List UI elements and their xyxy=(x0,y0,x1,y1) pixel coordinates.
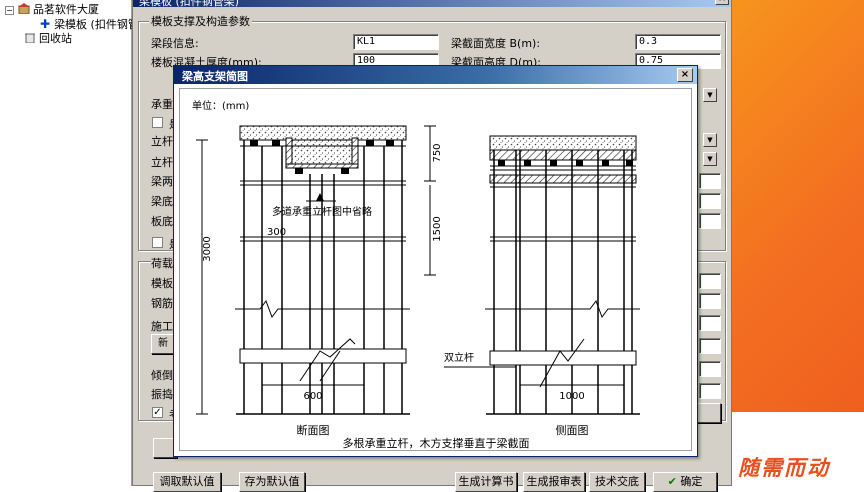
loads-group-title: 荷载 xyxy=(151,255,173,271)
side-field-3[interactable] xyxy=(699,213,721,229)
dropdown-1[interactable]: ▼ xyxy=(703,88,717,102)
params-group-title: 模板支撑及构造参数 xyxy=(149,13,252,29)
check-icon: ✔ xyxy=(667,475,677,488)
popup-close-button[interactable]: × xyxy=(677,68,693,82)
side-label: 侧面图 xyxy=(556,424,589,437)
load-field-1[interactable] xyxy=(699,273,721,289)
read-default-button[interactable]: 调取默认值 xyxy=(153,472,221,492)
checkbox-2[interactable] xyxy=(152,237,163,248)
gen-report-button[interactable]: 生成报审表 xyxy=(523,472,585,492)
ok-button[interactable]: ✔ 确定 xyxy=(653,472,717,492)
side-label-4: 立杆 xyxy=(151,156,173,169)
side-label-6: 梁底 xyxy=(151,195,173,208)
collapse-toggle[interactable]: − xyxy=(5,6,14,15)
side-label-9: 模板 xyxy=(151,277,173,290)
brand-slogan: 随需而动 xyxy=(738,455,830,480)
beam-width-field[interactable]: 0.3 xyxy=(635,34,721,50)
dialog-close-button[interactable]: × xyxy=(715,0,729,5)
schematic-popup: 梁高支架简图 × 单位：(mm) 3000 750 1500 多道承重立杆图中省… xyxy=(173,65,698,457)
schematic-diagram: 单位：(mm) 3000 750 1500 多道承重立杆图中省略 300 600… xyxy=(192,99,640,450)
beam-info-field[interactable]: KL1 xyxy=(353,34,439,50)
tree-item-beam-template[interactable]: ✚ 梁模板 (扣件钢管) xyxy=(40,17,143,31)
unit-label: 单位：(mm) xyxy=(192,99,249,112)
gen-calc-button[interactable]: 生成计算书 xyxy=(455,472,517,492)
side-label-13: 振捣 xyxy=(151,388,173,401)
omitted-note: 多道承重立杆图中省略 xyxy=(272,205,372,218)
side-label-12: 倾倒 xyxy=(151,369,173,382)
popup-titlebar: 梁高支架简图 × xyxy=(174,66,697,84)
plus-icon: ✚ xyxy=(40,17,51,31)
side-label-11: 施工 xyxy=(151,320,173,333)
side-label-3: 立杆 xyxy=(151,135,173,148)
tree-item-recycle[interactable]: 回收站 xyxy=(24,32,72,46)
dim-300: 300 xyxy=(267,227,286,238)
load-field-3[interactable] xyxy=(699,315,721,331)
beam-width-label: 梁截面宽度 B(m): xyxy=(451,37,541,50)
dim-600: 600 xyxy=(303,391,322,402)
diagram-caption: 多根承重立杆，木方支撑垂直于梁截面 xyxy=(343,436,530,450)
dropdown-2[interactable]: ▼ xyxy=(703,133,717,147)
checkbox-1[interactable] xyxy=(152,117,163,128)
recycle-bin-icon xyxy=(25,33,35,43)
side-label-1: 承重 xyxy=(151,98,173,111)
tech-button[interactable]: 技术交底 xyxy=(589,472,645,492)
save-default-button[interactable]: 存为默认值 xyxy=(239,472,305,492)
side-label-7: 板底 xyxy=(151,215,173,228)
dim-750: 750 xyxy=(432,143,443,162)
building-icon xyxy=(18,3,30,14)
grey-button[interactable] xyxy=(695,403,721,423)
side-label-5: 梁两 xyxy=(151,175,173,188)
dim-1500: 1500 xyxy=(432,216,443,241)
side-label-10: 钢筋 xyxy=(151,297,173,310)
section-label: 断面图 xyxy=(297,423,330,437)
load-field-5[interactable] xyxy=(699,361,721,377)
double-pole-label: 双立杆 xyxy=(444,351,474,364)
side-field-1[interactable] xyxy=(699,173,721,189)
dropdown-3[interactable]: ▼ xyxy=(703,152,717,166)
side-view: 双立杆 1000 侧面图 xyxy=(444,135,640,437)
load-field-4[interactable] xyxy=(699,338,721,354)
dim-1000: 1000 xyxy=(559,391,584,402)
project-tree: − 品茗软件大厦 ✚ 梁模板 (扣件钢管) 回收站 xyxy=(0,0,143,486)
schematic-canvas: 单位：(mm) 3000 750 1500 多道承重立杆图中省略 300 600… xyxy=(179,88,692,451)
side-field-2[interactable] xyxy=(699,193,721,209)
tree-item-root[interactable]: 品茗软件大厦 xyxy=(18,3,99,17)
dim-3000: 3000 xyxy=(202,236,213,261)
load-field-6[interactable] xyxy=(699,383,721,399)
section-view: 3000 750 1500 多道承重立杆图中省略 300 600 断面图 xyxy=(196,125,443,437)
dialog-titlebar: 梁模板 (扣件钢管架) × xyxy=(133,0,731,8)
new-button[interactable]: 新 xyxy=(151,334,175,354)
beam-info-label: 梁段信息: xyxy=(151,37,199,50)
checkbox-3[interactable]: ✓ xyxy=(152,407,163,418)
load-field-2[interactable] xyxy=(699,293,721,309)
